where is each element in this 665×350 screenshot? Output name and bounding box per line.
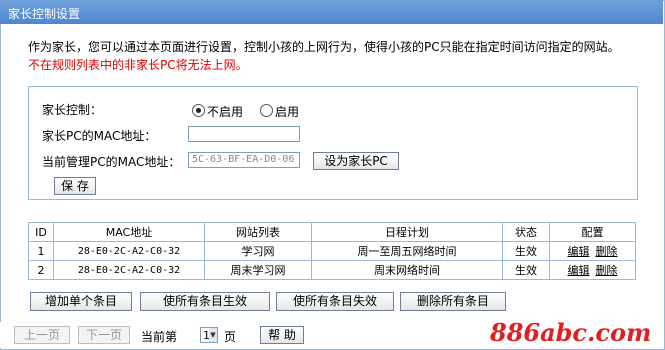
set-parent-pc-button[interactable]: 设为家长PC [313, 152, 399, 170]
page-description: 作为家长，您可以通过本页面进行设置，控制小孩的上网行为，使得小孩的PC只能在指定… [28, 40, 620, 54]
delete-all-button[interactable]: 删除所有条目 [400, 292, 506, 311]
disable-radio[interactable] [192, 104, 205, 117]
col-status-header: 状态 [502, 222, 550, 242]
watermark-text: 886abc.com [490, 318, 652, 347]
add-entry-button[interactable]: 增加单个条目 [30, 292, 132, 311]
next-page-button[interactable]: 下一页 [78, 326, 130, 344]
disable-all-button[interactable]: 使所有条目失效 [276, 292, 394, 311]
row-sites: 周末学习网 [204, 260, 312, 280]
col-sites-header: 网站列表 [204, 222, 312, 242]
table-header-row: ID MAC地址 网站列表 日程计划 状态 配置 [28, 222, 636, 242]
delete-link[interactable]: 删除 [596, 245, 618, 258]
current-mac-label: 当前管理PC的MAC地址： [42, 155, 181, 169]
col-id-header: ID [28, 222, 54, 242]
edit-link[interactable]: 编辑 [568, 245, 590, 258]
row-id: 1 [28, 241, 54, 261]
parental-control-label: 家长控制： [42, 103, 103, 117]
table-row: 2 28-E0-2C-A2-C0-32 周末学习网 周末网络时间 生效 编辑 删除 [28, 260, 636, 280]
page-unit-label: 页 [224, 330, 237, 344]
title-bar: 家长控制设置 [0, 0, 663, 24]
page-title: 家长控制设置 [8, 7, 81, 21]
row-mac: 28-E0-2C-A2-C0-32 [53, 241, 205, 261]
page-select[interactable]: 1 ▼ [200, 327, 218, 343]
parent-mac-input[interactable] [188, 126, 300, 142]
row-schedule: 周末网络时间 [311, 260, 503, 280]
row-status: 生效 [502, 260, 550, 280]
row-id: 2 [28, 260, 54, 280]
row-config: 编辑 删除 [549, 260, 636, 280]
table-row: 1 28-E0-2C-A2-C0-32 学习网 周一至周五网络时间 生效 编辑删… [28, 241, 636, 261]
parent-mac-label: 家长PC的MAC地址： [42, 129, 157, 143]
enable-radio[interactable] [260, 104, 273, 117]
warning-text: 不在规则列表中的非家长PC将无法上网。 [28, 58, 248, 72]
col-config-header: 配置 [549, 222, 636, 242]
delete-link[interactable]: 删除 [596, 264, 618, 277]
enable-radio-label[interactable]: 启用 [275, 103, 299, 120]
save-button[interactable]: 保 存 [54, 177, 96, 195]
chevron-down-icon: ▼ [209, 328, 217, 342]
disable-radio-label[interactable]: 不启用 [207, 103, 243, 120]
help-button[interactable]: 帮 助 [260, 326, 304, 344]
col-mac-header: MAC地址 [53, 222, 205, 242]
row-config: 编辑 删除 [549, 241, 636, 261]
col-schedule-header: 日程计划 [311, 222, 503, 242]
row-mac: 28-E0-2C-A2-C0-32 [53, 260, 205, 280]
rules-table: ID MAC地址 网站列表 日程计划 状态 配置 1 28-E0-2C-A2-C… [28, 222, 636, 280]
current-page-label: 当前第 [141, 330, 178, 344]
row-schedule: 周一至周五网络时间 [311, 241, 503, 261]
prev-page-button[interactable]: 上一页 [14, 326, 70, 344]
current-mac-input[interactable]: 5C-63-BF-EA-D0-06 [188, 152, 300, 168]
enable-all-button[interactable]: 使所有条目生效 [140, 292, 270, 311]
row-status: 生效 [502, 241, 550, 261]
edit-link[interactable]: 编辑 [568, 264, 590, 277]
row-sites: 学习网 [204, 241, 312, 261]
